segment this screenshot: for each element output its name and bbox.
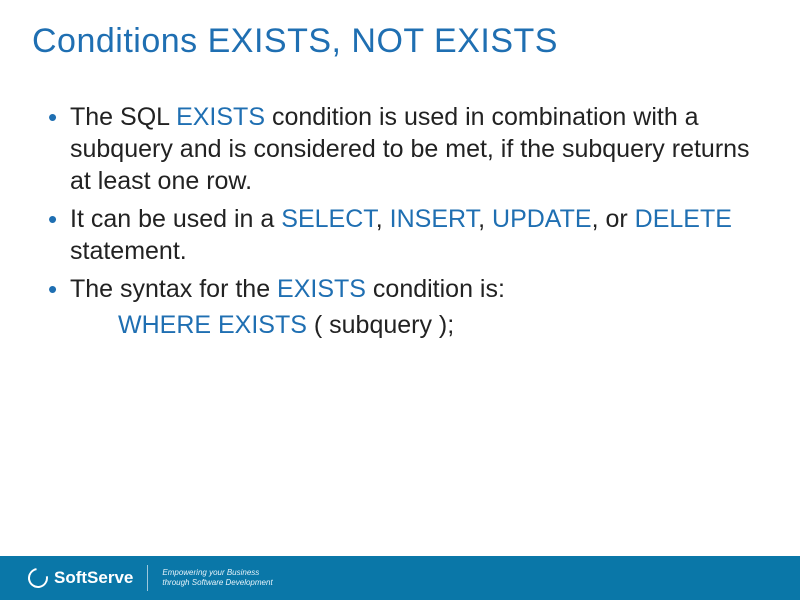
bullet-item-1: The SQL EXISTS condition is used in comb… <box>48 101 752 197</box>
footer-bar: SoftServe Empowering your Business throu… <box>0 556 800 600</box>
keyword-insert: INSERT <box>390 205 478 233</box>
bullet-item-3: The syntax for the EXISTS condition is: <box>48 273 752 305</box>
swirl-icon <box>24 564 52 592</box>
keyword-exists: EXISTS <box>176 103 265 131</box>
text: , or <box>592 205 635 233</box>
slide-content: The SQL EXISTS condition is used in comb… <box>0 61 800 340</box>
bullet-item-2: It can be used in a SELECT, INSERT, UPDA… <box>48 203 752 267</box>
keyword-exists: EXISTS <box>277 275 366 303</box>
divider <box>147 565 148 591</box>
brand-name: SoftServe <box>54 568 133 588</box>
text: , <box>478 205 492 233</box>
bullet-list: The SQL EXISTS condition is used in comb… <box>48 101 752 305</box>
keyword-where-exists: WHERE EXISTS <box>118 311 307 339</box>
syntax-line: WHERE EXISTS ( subquery ); <box>48 311 752 340</box>
slide: Conditions EXISTS, NOT EXISTS The SQL EX… <box>0 0 800 600</box>
keyword-update: UPDATE <box>492 205 592 233</box>
tagline-line-2: through Software Development <box>162 578 272 588</box>
brand-logo: SoftServe <box>28 568 133 588</box>
tagline-line-1: Empowering your Business <box>162 568 272 578</box>
keyword-select: SELECT <box>281 205 375 233</box>
keyword-delete: DELETE <box>635 205 732 233</box>
text: The SQL <box>70 103 176 131</box>
text: condition is: <box>366 275 505 303</box>
brand-tagline: Empowering your Business through Softwar… <box>162 568 272 587</box>
slide-title: Conditions EXISTS, NOT EXISTS <box>0 0 800 61</box>
text: , <box>376 205 390 233</box>
text: It can be used in a <box>70 205 281 233</box>
text: The syntax for the <box>70 275 277 303</box>
syntax-rest: ( subquery ); <box>307 311 454 339</box>
text: statement. <box>70 237 187 265</box>
